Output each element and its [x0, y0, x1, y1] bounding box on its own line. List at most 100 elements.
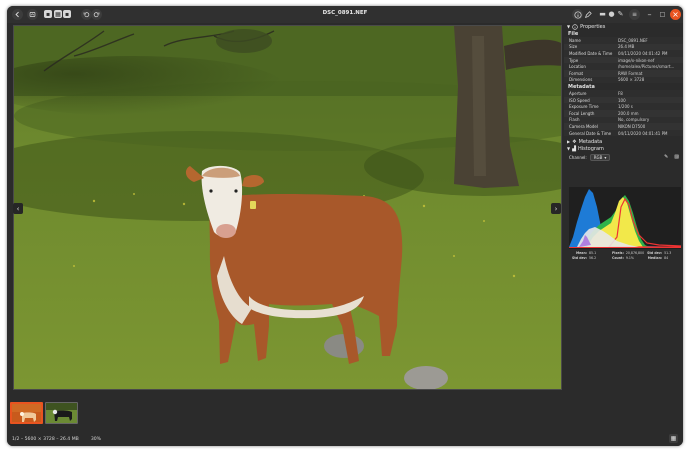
single-view-button[interactable]: ▪ [44, 10, 52, 18]
property-row: Dimensions 5600 × 3728 [564, 76, 683, 84]
minimize-button[interactable]: – [644, 9, 655, 20]
property-value: No, compulsory [618, 117, 650, 123]
gallery-button[interactable] [27, 9, 38, 20]
property-key: ISO Speed [569, 97, 590, 103]
property-row: Format RAW Format [564, 69, 683, 77]
image-viewer[interactable] [13, 25, 562, 390]
property-row: Aperture F8 [564, 90, 683, 97]
channel-value: RGB [593, 154, 603, 160]
histogram-edit-icon[interactable]: ✎ [664, 154, 668, 160]
properties-section-header[interactable]: ▼ Properties [564, 23, 683, 30]
grid-view-button[interactable]: ▦ [54, 10, 62, 18]
maximize-button[interactable]: □ [657, 9, 668, 20]
thumbnail-cow-image [12, 404, 41, 422]
stat-key: Count: [611, 255, 624, 260]
histogram-stat: Count: 9.1% [606, 256, 644, 261]
property-value: 26.4 MB [618, 44, 635, 50]
single-view-icon: ▪ [45, 10, 51, 18]
zoom-level[interactable]: 30% [91, 437, 101, 442]
chevron-right-icon: › [554, 204, 558, 213]
back-button[interactable] [12, 9, 23, 20]
histogram-stats: Mean: 85.1 Pixels: 20,876,800 Std dev: 51.3 St… [569, 251, 681, 260]
thumbnail-1[interactable] [10, 402, 43, 424]
edit-button[interactable] [582, 9, 593, 20]
close-button[interactable]: × [670, 9, 681, 20]
chevron-left-icon [15, 11, 19, 18]
comment-icon: ▬ [599, 10, 606, 18]
property-value: 04/11/2020 04:01:41 PM [618, 130, 668, 136]
histogram-log-icon[interactable]: ▨ [674, 154, 679, 160]
previous-image-button[interactable]: ‹ [13, 203, 23, 214]
status-bar: 1/2 – 5600 × 3728 – 26.4 MB 30% ▦ [7, 432, 683, 446]
property-row: Flash No, compulsory [564, 116, 683, 124]
metadata-section-title: Metadata [578, 138, 603, 145]
property-key: Type [569, 57, 579, 63]
property-value: /home/alex/Pictures/smart... [618, 64, 675, 70]
gallery-icon [29, 12, 36, 17]
maximize-icon: □ [659, 11, 666, 18]
properties-title: Properties [580, 23, 606, 30]
image-position: 1/2 – 5600 × 3728 – 26.4 MB [12, 436, 79, 442]
property-row: ISO Speed 100 [564, 96, 683, 104]
tools-button[interactable]: ✎ [615, 9, 626, 20]
property-row: Name DSC_0891.NEF [564, 37, 683, 44]
thumbnail-grid-button[interactable]: ▦ [669, 434, 678, 443]
metadata-icon: ❖ [572, 138, 577, 145]
metadata-section-header[interactable]: ▶ ❖ Metadata [564, 138, 683, 145]
compare-view-button[interactable]: ▪ [63, 10, 71, 18]
triangle-down-icon: ▼ [567, 146, 571, 152]
triangle-right-icon: ▶ [567, 139, 571, 145]
histogram-graph [569, 189, 682, 248]
property-key: Exposure Time [569, 104, 599, 110]
thumbnail-2[interactable] [45, 402, 78, 424]
histogram-stat: Median: 84 [644, 256, 681, 261]
grid-view-icon: ▦ [55, 10, 61, 18]
property-key: Modified Date & Time [569, 50, 613, 56]
stat-value: 84 [664, 255, 669, 260]
histogram-section-header[interactable]: ▼ ▟ Histogram [564, 145, 683, 152]
property-value: 100 [618, 97, 626, 103]
wrench-icon: ✎ [617, 10, 624, 18]
property-key: Flash [569, 117, 580, 123]
file-properties-list: Name DSC_0891.NEF Size 26.4 MB Modified Date… [564, 37, 683, 84]
rotate-left-icon [83, 12, 90, 18]
histogram-icon: ▟ [572, 145, 576, 152]
property-key: Aperture [569, 90, 587, 96]
property-value: NIKON D7500 [618, 123, 646, 129]
property-value: RAW Format [618, 70, 643, 76]
compare-view-icon: ▪ [64, 10, 70, 18]
title-bar: ▪ ▦ ▪ DSC_0891.NEF ▬ ● ✎ ≡ – □ × [7, 6, 683, 23]
property-row: Size 26.4 MB [564, 43, 683, 51]
chevron-left-icon: ‹ [16, 204, 20, 213]
property-key: Camera Model [569, 123, 598, 129]
thumbnail-strip [7, 394, 683, 432]
property-row: Exposure Time 1/200 s [564, 103, 683, 110]
info-icon [573, 10, 582, 19]
metadata-properties-list: Aperture F8 ISO Speed 100 Exposure Time 1/200… [564, 90, 683, 137]
properties-sidebar: ▼ Properties File Name DSC_0891.NEF Size 26… [564, 23, 683, 430]
menu-button[interactable]: ≡ [629, 9, 640, 20]
property-value: 200.0 mm [618, 110, 639, 116]
property-row: Location/home/alex/Pictures/smart... [564, 63, 683, 70]
histogram-section-title: Histogram [577, 145, 604, 152]
property-key: Dimensions [569, 77, 593, 83]
property-value: F8 [618, 90, 623, 96]
next-image-button[interactable]: › [551, 203, 561, 214]
photo-cow [14, 26, 561, 389]
metadata-group-title: Metadata [568, 83, 595, 90]
property-value: 1/200 s [618, 104, 633, 110]
rotate-right-icon [93, 12, 100, 18]
property-key: Name [569, 37, 581, 43]
stat-key: Median: [647, 255, 663, 260]
triangle-down-icon: ▼ [567, 24, 571, 29]
channel-select[interactable]: RGB ▾ [589, 153, 611, 161]
property-key: Focal Length [569, 110, 595, 116]
property-value: DSC_0891.NEF [618, 37, 648, 43]
property-row: Focal Length 200.0 mm [564, 109, 683, 117]
property-row: Camera Model NIKON D7500 [564, 123, 683, 130]
rotate-right-button[interactable] [91, 9, 102, 20]
property-key: Size [569, 44, 578, 50]
pencil-icon [584, 10, 592, 18]
stat-value: 9.1% [625, 255, 634, 260]
grid-icon: ▦ [670, 435, 677, 442]
